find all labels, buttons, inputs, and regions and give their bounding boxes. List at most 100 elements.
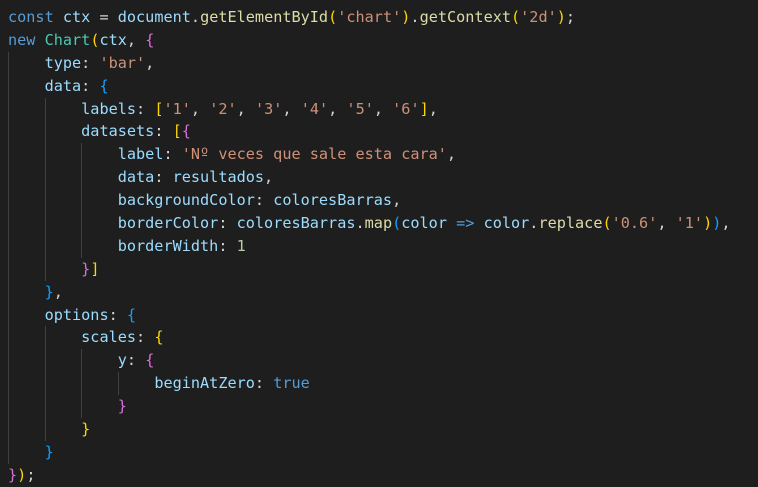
code-line[interactable]: }, xyxy=(0,280,758,304)
code-token: , xyxy=(53,282,63,301)
code-token: borderWidth xyxy=(117,236,219,255)
code-token: 'Nº veces que sale esta cara' xyxy=(181,145,447,164)
indentation xyxy=(8,351,118,369)
code-token: ctx xyxy=(62,8,91,26)
code-token: datasets xyxy=(81,122,155,141)
indent-guide xyxy=(44,234,46,258)
code-line[interactable]: type: 'bar', xyxy=(0,51,758,75)
code-line[interactable]: borderWidth: 1 xyxy=(0,234,758,258)
indent-guide xyxy=(81,189,83,213)
code-token: coloresBarras xyxy=(236,214,356,233)
code-token: ] xyxy=(90,259,100,278)
indent-guide xyxy=(44,395,46,419)
indent-guide xyxy=(8,51,9,75)
indent-guide xyxy=(8,74,9,98)
code-token: backgroundColor xyxy=(117,191,255,210)
indent-guide xyxy=(8,97,9,121)
code-line[interactable]: } xyxy=(0,418,758,441)
code-line[interactable]: labels: ['1', '2', '3', '4', '5', '6'], xyxy=(0,97,758,121)
code-token: '0.6' xyxy=(611,214,658,233)
code-line[interactable]: scales: { xyxy=(0,326,758,350)
code-line[interactable]: data: resultados, xyxy=(0,166,758,190)
code-token: } xyxy=(44,442,54,461)
code-line[interactable]: y: { xyxy=(0,349,758,373)
code-token: color xyxy=(401,214,447,233)
code-token: ; xyxy=(565,8,576,26)
indent-guide xyxy=(8,166,9,190)
code-token: , xyxy=(264,168,274,187)
indent-guide xyxy=(8,395,9,419)
code-token: y xyxy=(117,351,127,370)
code-token: , xyxy=(328,99,347,118)
code-token: : xyxy=(126,351,146,370)
code-line[interactable]: datasets: [{ xyxy=(0,120,758,144)
code-line[interactable]: }); xyxy=(0,464,758,487)
code-token: ) xyxy=(17,465,27,484)
indent-guide xyxy=(81,395,83,419)
code-token: } xyxy=(117,397,127,416)
indentation xyxy=(8,145,118,163)
code-token: , xyxy=(126,30,146,49)
code-line[interactable]: beginAtZero: true xyxy=(0,372,758,396)
code-token: } xyxy=(8,465,18,484)
code-token: , xyxy=(392,191,402,210)
code-token: , xyxy=(190,99,210,118)
code-token: } xyxy=(81,259,91,278)
code-line[interactable]: label: 'Nº veces que sale esta cara', xyxy=(0,143,758,167)
indent-guide xyxy=(118,372,120,396)
indent-guide xyxy=(8,326,9,350)
code-token: '1' xyxy=(675,214,704,233)
code-token: label xyxy=(117,145,164,164)
code-line[interactable]: backgroundColor: coloresBarras, xyxy=(0,189,758,213)
code-token: , xyxy=(428,99,438,118)
code-token: map xyxy=(364,214,393,233)
indent-guide xyxy=(44,212,46,235)
code-token: borderColor xyxy=(117,214,219,233)
code-line[interactable]: } xyxy=(0,440,758,464)
code-token: : xyxy=(81,53,100,72)
indent-guide xyxy=(81,349,83,373)
indent-guide xyxy=(8,349,9,373)
indentation xyxy=(8,168,118,186)
code-line[interactable]: options: { xyxy=(0,303,758,327)
code-token: : xyxy=(154,122,173,141)
indentation xyxy=(8,306,45,324)
code-token: => xyxy=(456,214,475,233)
code-token: beginAtZero xyxy=(154,374,255,393)
code-token: 'bar' xyxy=(99,53,146,72)
code-token: . xyxy=(355,214,365,233)
code-editor[interactable]: const ctx = document.getElementById('cha… xyxy=(0,0,758,487)
indent-guide xyxy=(81,212,83,235)
code-token: : xyxy=(218,214,237,233)
code-token: color xyxy=(483,214,530,233)
code-line[interactable]: new Chart(ctx, { xyxy=(0,29,758,52)
code-token: ( xyxy=(328,8,338,26)
code-token: ) xyxy=(556,8,566,26)
code-token: 'chart' xyxy=(337,8,402,26)
indent-guide xyxy=(44,166,46,190)
code-line[interactable]: const ctx = document.getElementById('cha… xyxy=(0,6,758,29)
code-token: options xyxy=(44,305,109,324)
code-token: new xyxy=(8,30,36,49)
code-line[interactable]: borderColor: coloresBarras.map(color => … xyxy=(0,212,758,235)
code-token: , xyxy=(282,99,301,118)
code-token: : xyxy=(254,374,274,393)
indent-guide xyxy=(8,212,9,235)
code-token: ] xyxy=(419,99,429,118)
indentation xyxy=(8,54,45,72)
code-line[interactable]: } xyxy=(0,395,758,419)
code-token: , xyxy=(373,99,393,118)
indent-guide xyxy=(8,143,9,167)
code-line[interactable]: data: { xyxy=(0,74,758,98)
code-token: , xyxy=(446,145,457,164)
code-line[interactable]: }] xyxy=(0,257,758,281)
code-token: { xyxy=(126,305,137,324)
code-token: { xyxy=(154,328,164,347)
code-token: getContext xyxy=(419,8,511,26)
code-token: scales xyxy=(81,328,137,347)
code-token: } xyxy=(81,420,91,439)
indent-guide xyxy=(8,303,9,327)
indentation xyxy=(8,283,45,301)
code-token: '2' xyxy=(209,99,237,118)
